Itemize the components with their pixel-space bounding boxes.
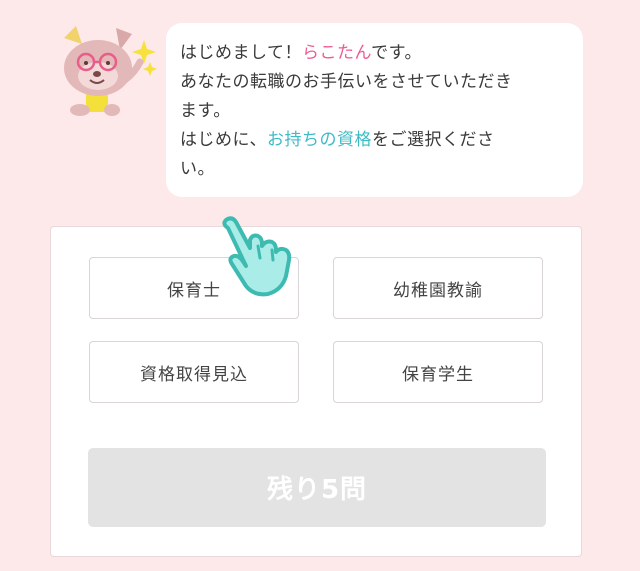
bubble-line-2: あなたの転職のお手伝いをさせていただき (180, 72, 513, 92)
option-hoiku-gakusei-button[interactable]: 保育学生 (333, 341, 543, 403)
bubble-line-3: ます。 (180, 101, 231, 121)
page: はじめまして！らこたんです。 あなたの転職のお手伝いをさせていただき ます。 は… (0, 0, 640, 571)
raccoon-mascot-icon (64, 26, 157, 116)
bubble-line-1: はじめまして！らこたんです。 (180, 39, 569, 68)
bubble-text: はじめまして！ (180, 43, 302, 63)
pointing-hand-icon (222, 216, 292, 297)
keyword-highlight: お持ちの資格 (267, 130, 372, 150)
mascot-name: らこたん (302, 43, 372, 63)
bubble-text: はじめに、 (180, 130, 267, 150)
bubble-text: をご選択くださ (372, 130, 495, 150)
remaining-questions-button: 残り5問 (88, 448, 546, 527)
bubble-text: です。 (371, 43, 422, 63)
option-youchien-kyoyu-button[interactable]: 幼稚園教諭 (333, 257, 543, 319)
bubble-line-4: はじめに、お持ちの資格をご選択くださ (180, 126, 569, 155)
option-shikaku-mikomi-button[interactable]: 資格取得見込 (89, 341, 299, 403)
qualification-card: 保育士 幼稚園教諭 資格取得見込 保育学生 残り5問 (50, 226, 582, 557)
speech-bubble: はじめまして！らこたんです。 あなたの転職のお手伝いをさせていただき ます。 は… (166, 23, 583, 197)
bubble-line-5: い。 (180, 159, 215, 179)
